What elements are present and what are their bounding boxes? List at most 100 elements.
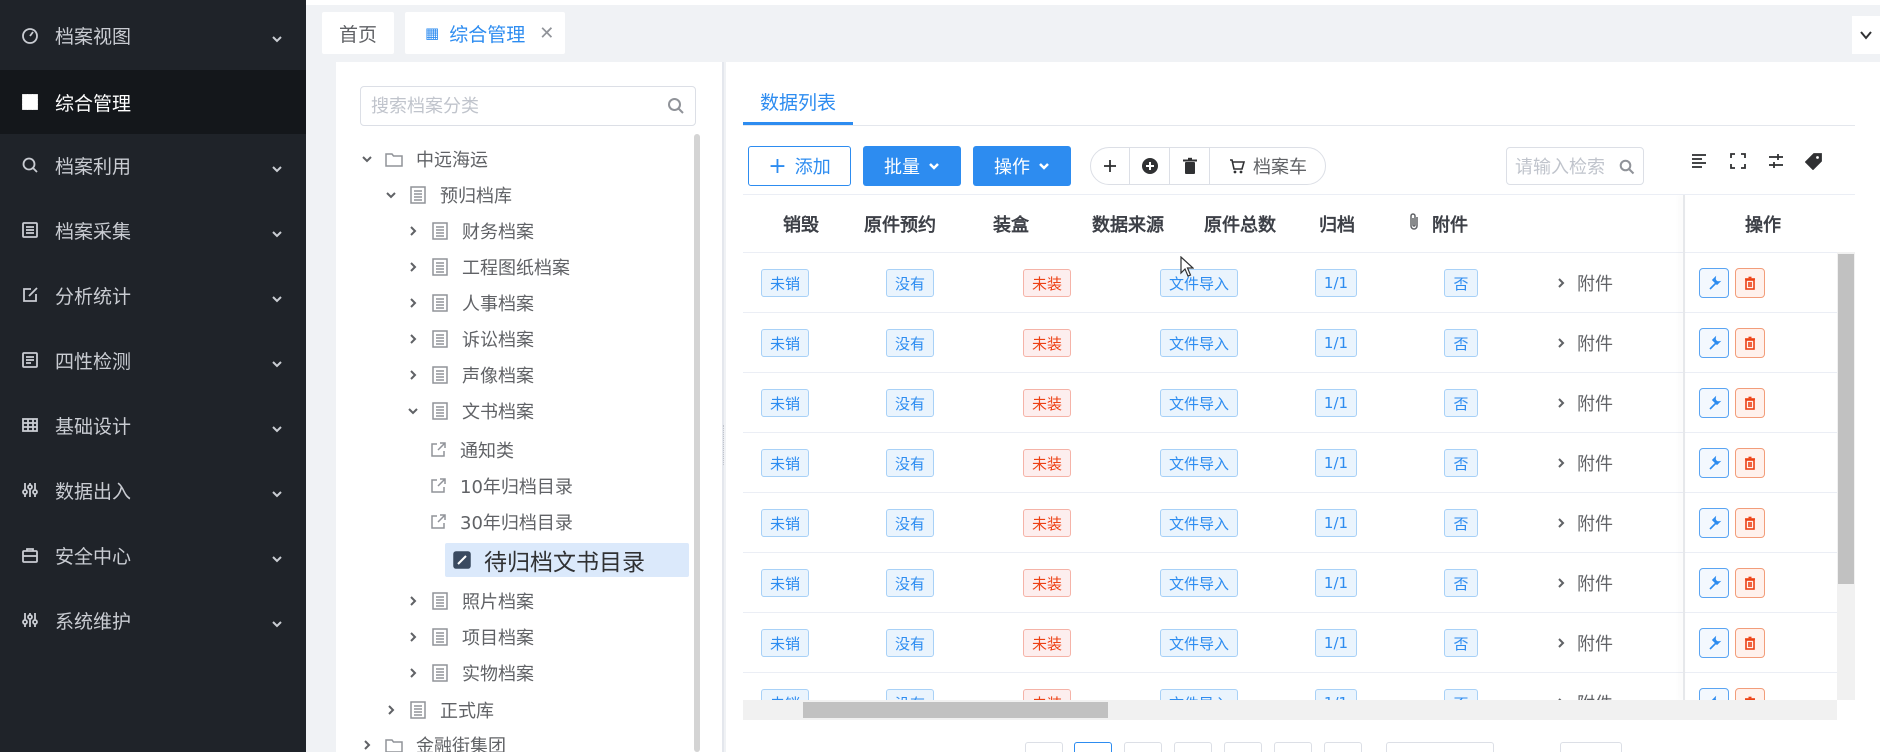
column-header[interactable]: 装盒 (951, 195, 1071, 253)
chevron-right-icon[interactable] (404, 366, 422, 384)
align-left-icon[interactable] (1688, 150, 1710, 172)
sidebar-item[interactable]: 档案视图 (0, 3, 306, 67)
delete-button[interactable] (1735, 628, 1765, 658)
edit-button[interactable] (1699, 448, 1729, 478)
add-button[interactable]: + 添加 (748, 146, 851, 186)
page-jump-input[interactable] (1560, 742, 1622, 752)
pagination-page[interactable] (1174, 742, 1212, 752)
attachment-cell[interactable]: 附件 (1543, 613, 1683, 673)
tree-scrollbar[interactable] (694, 134, 700, 752)
edit-button[interactable] (1699, 388, 1729, 418)
attachment-cell[interactable]: 附件 (1543, 373, 1683, 433)
sidebar-item[interactable]: 安全中心 (0, 523, 306, 587)
attachment-cell[interactable]: 附件 (1543, 673, 1683, 700)
sidebar-item[interactable]: 档案采集 (0, 198, 306, 262)
attachment-cell[interactable]: 附件 (1543, 313, 1683, 373)
sidebar-item[interactable]: 综合管理 (0, 70, 306, 134)
tree-node[interactable]: 30年归档目录 (428, 505, 573, 539)
pagination-page[interactable] (1224, 742, 1262, 752)
chevron-right-icon[interactable] (404, 628, 422, 646)
tab-data-list[interactable]: 数据列表 (743, 88, 853, 126)
tree-node[interactable]: 10年归档目录 (428, 469, 573, 503)
chevron-right-icon[interactable] (404, 258, 422, 276)
column-header[interactable]: 原件预约 (849, 195, 951, 253)
delete-button[interactable] (1170, 148, 1209, 184)
edit-button[interactable] (1699, 268, 1729, 298)
attachment-cell[interactable]: 附件 (1543, 493, 1683, 553)
tree-node[interactable]: 预归档库 (382, 178, 512, 212)
tree-node[interactable]: 项目档案 (404, 620, 534, 654)
pagination-page[interactable] (1124, 742, 1162, 752)
chevron-right-icon[interactable] (382, 701, 400, 719)
table-row[interactable]: 未销 没有 未装 文件导入 1/1 否 附件 (743, 613, 1855, 673)
tree-node[interactable]: 照片档案 (404, 584, 534, 618)
fullscreen-icon[interactable] (1727, 150, 1749, 172)
table-search-input[interactable] (1515, 155, 1615, 179)
table-row[interactable]: 未销 没有 未装 文件导入 1/1 否 附件 (743, 673, 1855, 700)
tree-node[interactable]: 人事档案 (404, 286, 534, 320)
edit-button[interactable] (1699, 328, 1729, 358)
chevron-down-icon[interactable] (382, 186, 400, 204)
page-size-select[interactable] (1386, 742, 1494, 752)
sidebar-item[interactable]: 四性检测 (0, 328, 306, 392)
column-header[interactable]: 归档 (1295, 195, 1379, 253)
tree-node[interactable]: 待归档文书目录 (445, 543, 689, 577)
delete-button[interactable] (1735, 388, 1765, 418)
table-row[interactable]: 未销 没有 未装 文件导入 1/1 否 附件 (743, 493, 1855, 553)
tree-node[interactable]: 工程图纸档案 (404, 250, 570, 284)
edit-button[interactable] (1699, 568, 1729, 598)
tree-node[interactable]: 金融街集团 (358, 728, 506, 752)
operations-dropdown-button[interactable]: 操作 (973, 146, 1071, 186)
chevron-right-icon[interactable] (358, 736, 376, 752)
delete-button[interactable] (1735, 448, 1765, 478)
attachment-cell[interactable]: 附件 (1543, 433, 1683, 493)
chevron-down-icon[interactable] (404, 402, 422, 420)
edit-button[interactable] (1699, 508, 1729, 538)
sidebar-item[interactable]: 分析统计 (0, 263, 306, 327)
vertical-scrollbar-thumb[interactable] (1838, 254, 1854, 584)
chevron-down-icon[interactable] (358, 150, 376, 168)
archive-cart-button[interactable]: 档案车 (1209, 148, 1327, 184)
chevron-right-icon[interactable] (404, 592, 422, 610)
pagination-next[interactable] (1324, 742, 1362, 752)
chevron-right-icon[interactable] (404, 664, 422, 682)
tree-node[interactable]: 中远海运 (358, 142, 488, 176)
delete-button[interactable] (1735, 568, 1765, 598)
table-row[interactable]: 未销 没有 未装 文件导入 1/1 否 附件 (743, 373, 1855, 433)
delete-button[interactable] (1735, 508, 1765, 538)
tag-icon[interactable] (1803, 150, 1825, 172)
batch-dropdown-button[interactable]: 批量 (863, 146, 961, 186)
sidebar-item[interactable]: 系统维护 (0, 588, 306, 652)
pagination-prev[interactable] (1025, 742, 1063, 752)
panel-splitter[interactable] (722, 62, 724, 752)
table-row[interactable]: 未销 没有 未装 文件导入 1/1 否 附件 (743, 553, 1855, 613)
table-row[interactable]: 未销 没有 未装 文件导入 1/1 否 附件 (743, 313, 1855, 373)
tree-node[interactable]: 文书档案 (404, 394, 534, 428)
close-icon[interactable]: ✕ (539, 23, 554, 44)
search-icon[interactable] (667, 97, 685, 115)
edit-button[interactable] (1699, 628, 1729, 658)
pagination-page[interactable] (1274, 742, 1312, 752)
sidebar-item[interactable]: 档案利用 (0, 133, 306, 197)
chevron-right-icon[interactable] (404, 330, 422, 348)
tree-node[interactable]: 正式库 (382, 693, 494, 727)
delete-button[interactable] (1735, 268, 1765, 298)
tree-node[interactable]: 声像档案 (404, 358, 534, 392)
edit-button[interactable] (1699, 688, 1729, 700)
tabs-dropdown-button[interactable] (1852, 16, 1880, 54)
tree-node[interactable]: 通知类 (428, 433, 514, 467)
delete-button[interactable] (1735, 688, 1765, 700)
tree-search-input[interactable] (371, 94, 651, 118)
pagination-page[interactable] (1074, 742, 1112, 752)
chevron-right-icon[interactable] (404, 294, 422, 312)
attachment-cell[interactable]: 附件 (1543, 253, 1683, 313)
horizontal-scrollbar-thumb[interactable] (803, 702, 1108, 718)
tree-node[interactable]: 财务档案 (404, 214, 534, 248)
column-header[interactable]: 附件 (1379, 195, 1495, 253)
sidebar-item[interactable]: 数据出入 (0, 458, 306, 522)
delete-button[interactable] (1735, 328, 1765, 358)
column-settings-icon[interactable] (1765, 150, 1787, 172)
sidebar-item[interactable]: 基础设计 (0, 393, 306, 457)
tab-manage[interactable]: ▦ 综合管理 ✕ (405, 12, 565, 54)
table-row[interactable]: 未销 没有 未装 文件导入 1/1 否 附件 (743, 253, 1855, 313)
